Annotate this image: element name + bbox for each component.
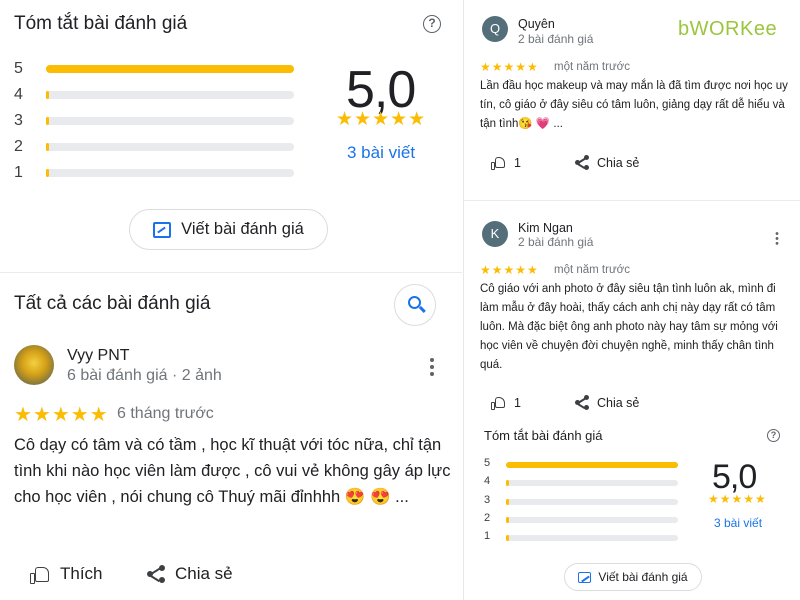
rating-bar-fill [46,91,49,99]
review-time: một năm trước [554,264,630,276]
more-vert-icon[interactable] [430,358,434,379]
rating-bar-label: 2 [14,138,23,155]
review-text: Lần đầu học makeup và may mắn là đã tìm … [480,80,788,130]
review-time: 6 tháng trước [117,405,214,422]
avatar[interactable]: K [482,221,508,247]
write-review-button[interactable]: Viết bài đánh giá [129,209,328,250]
share-button[interactable]: Chia sẻ [575,395,639,410]
reviewer-name[interactable]: Vyy PNT [67,347,130,365]
rating-bar-track [506,480,678,487]
like-label: Thích [60,564,103,583]
rating-bar-label: 3 [484,493,491,506]
rating-bar-track [506,535,678,542]
rating-bar-fill [506,480,509,487]
share-icon [575,155,589,170]
share-icon [575,395,589,410]
write-review-label: Viết bài đánh giá [598,570,688,584]
share-label: Chia sẻ [175,564,233,583]
rating-bar-row: 5 [484,457,678,477]
review-text: Cô giáo với anh photo ở đây siêu tận tìn… [480,283,778,371]
rating-bar-label: 4 [14,86,23,103]
share-icon [147,564,165,584]
share-label: Chia sẻ [597,395,640,410]
rating-bar-track [46,91,294,99]
edit-review-icon [153,221,172,238]
write-review-label: Viết bài đánh giá [181,220,304,238]
average-stars: ★★★★★ [336,109,427,130]
write-review-button[interactable]: Viết bài đánh giá [564,563,702,591]
avatar[interactable]: Q [482,16,508,42]
section-divider [0,272,462,273]
rating-bar-row: 4 [14,86,294,106]
avatar[interactable] [14,345,54,385]
rating-bar-label: 2 [484,511,491,524]
right-panel: bWORKee Q Quyên 2 bài đánh giá ★★★★★ một… [464,0,800,600]
rating-bar-row: 4 [484,475,678,495]
more-vert-icon[interactable] [775,232,779,247]
reviewer-meta: 2 bài đánh giá [518,32,594,46]
rating-bar-fill [506,516,509,523]
help-icon[interactable]: ? [767,429,780,442]
like-count: 1 [514,395,521,410]
rating-bar-fill [46,143,49,151]
review-time: một năm trước [554,61,630,73]
rating-bar-label: 1 [14,164,23,181]
rating-bar-track [506,462,678,468]
rating-bar-fill [46,117,49,125]
review-stars: ★★★★★ [480,263,539,277]
rating-bar-label: 5 [14,60,23,77]
review-divider [464,200,800,201]
rating-bar-track [506,516,678,523]
like-button[interactable]: 1 [491,395,521,410]
brand-logo: bWORKee [678,18,778,40]
left-panel: Tóm tắt bài đánh giá ? 54321 5,0 ★★★★★ 3… [0,0,462,600]
edit-review-icon [578,571,592,583]
review-stars: ★★★★★ [480,60,539,74]
thumb-up-icon [491,155,506,170]
all-reviews-title: Tất cả các bài đánh giá [14,293,211,314]
like-count: 1 [514,155,521,170]
review-stars: ★★★★★ [14,404,109,426]
rating-bar-track [46,65,294,73]
rating-bar-label: 4 [484,475,491,488]
review-count-link[interactable]: 3 bài viết [347,143,415,163]
rating-bar-row: 2 [484,512,678,532]
rating-bar-row: 1 [484,530,678,550]
reviewer-name[interactable]: Kim Ngan [518,221,573,235]
rating-bar-label: 1 [484,530,491,543]
reviewer-meta: 2 bài đánh giá [518,235,594,249]
rating-bar-track [46,117,294,125]
thumb-up-icon [491,395,506,410]
rating-bar-row: 3 [484,494,678,514]
rating-bar-fill [506,535,509,542]
rating-bar-label: 5 [484,457,491,469]
rating-bar-label: 3 [14,112,23,129]
reviewer-meta: 6 bài đánh giá · 2 ảnh [67,367,222,384]
search-reviews-button[interactable] [394,284,436,326]
reviewer-name[interactable]: Quyên [518,17,555,31]
average-stars: ★★★★★ [708,492,767,506]
rating-bar-fill [46,65,294,73]
rating-bar-row: 1 [14,164,294,184]
rating-bar-fill [506,498,509,505]
rating-bar-row: 5 [14,60,294,80]
share-button[interactable]: Chia sẻ [575,155,639,170]
review-count-link[interactable]: 3 bài viết [714,516,762,530]
summary-title: Tóm tắt bài đánh giá [14,13,188,34]
like-button[interactable]: 1 [491,155,521,170]
rating-bar-fill [506,462,678,468]
rating-bar-track [46,143,294,151]
thumb-up-icon [30,564,50,584]
rating-bar-row: 3 [14,112,294,132]
share-button[interactable]: Chia sẻ [147,564,233,584]
share-label: Chia sẻ [597,155,640,170]
rating-bar-row: 2 [14,138,294,158]
rating-bar-track [506,498,678,505]
like-button[interactable]: Thích [30,564,103,584]
rating-bar-fill [46,169,49,177]
rating-bar-track [46,169,294,177]
review-text: Cô dạy có tâm và có tầm , học kĩ thuật v… [14,436,451,506]
help-icon[interactable]: ? [423,15,441,33]
summary-title: Tóm tắt bài đánh giá [484,428,603,443]
